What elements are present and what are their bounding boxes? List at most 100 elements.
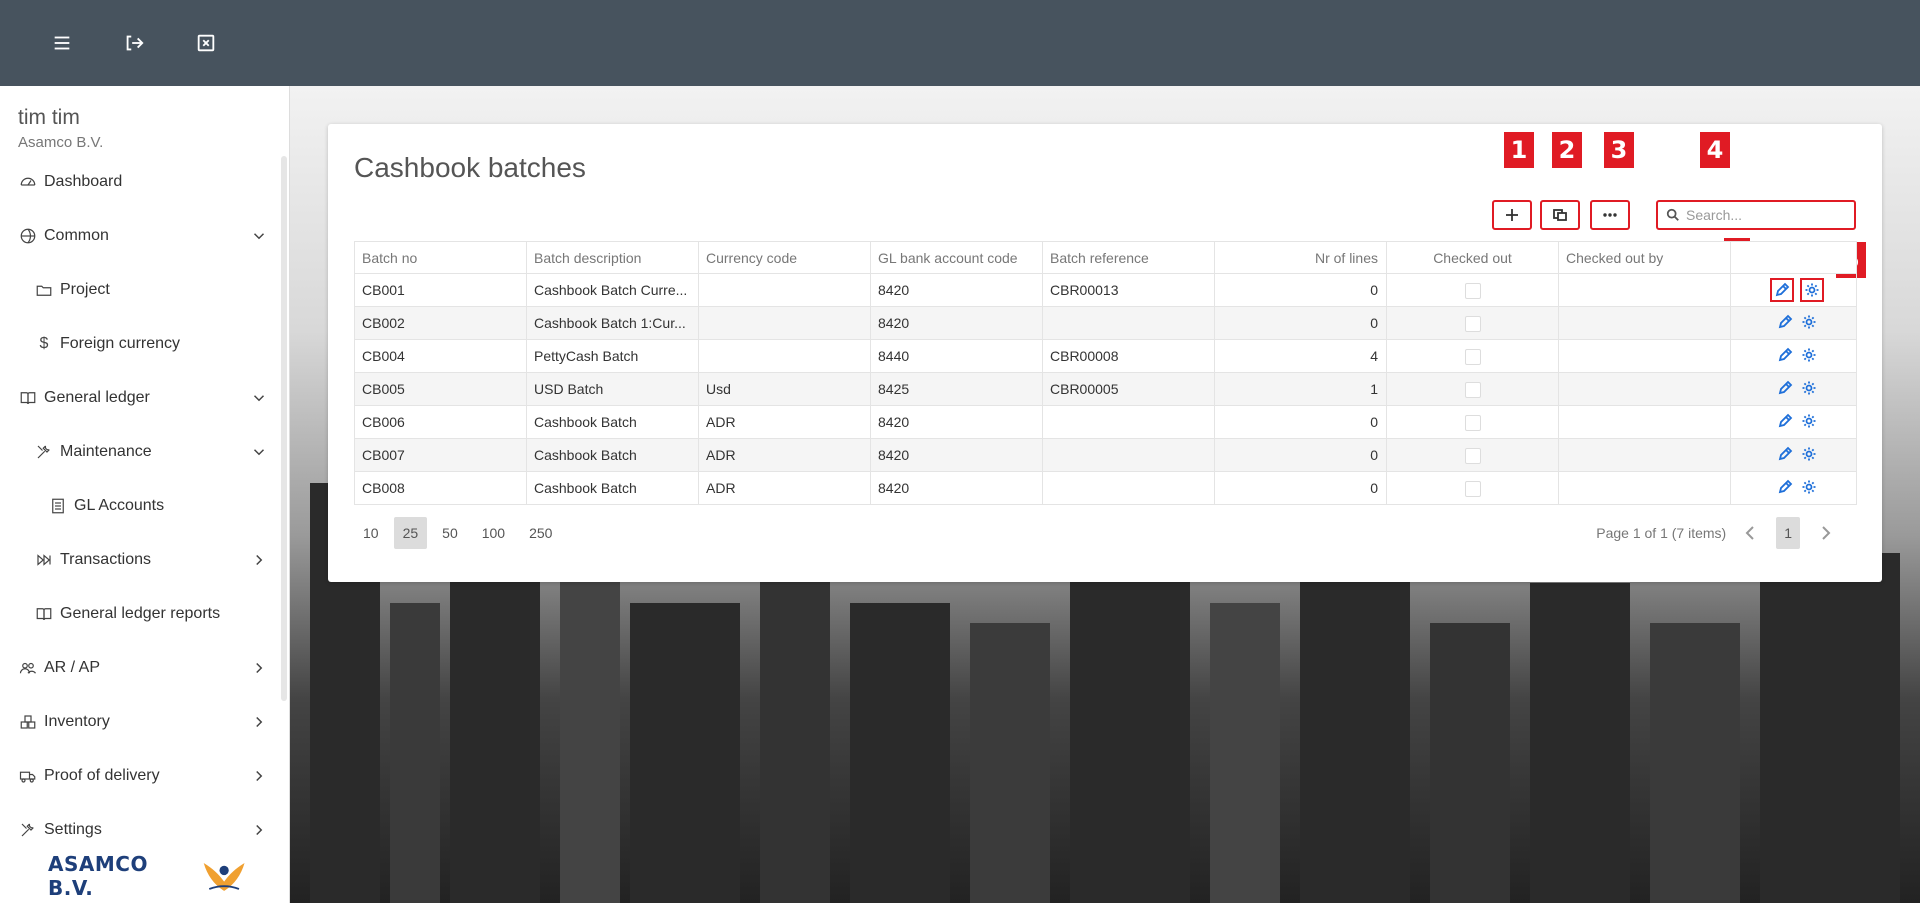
checked-out-checkbox[interactable]: [1464, 282, 1481, 299]
cell-lines: 4: [1214, 339, 1387, 373]
table-row[interactable]: CB007 Cashbook Batch ADR 8420 0: [354, 438, 1857, 472]
next-page-button[interactable]: [1814, 517, 1836, 549]
checked-out-checkbox[interactable]: [1464, 414, 1481, 431]
add-button[interactable]: [1492, 200, 1532, 230]
column-header-batch-description[interactable]: Batch description: [526, 241, 699, 274]
checked-out-checkbox[interactable]: [1464, 447, 1481, 464]
table-row[interactable]: CB006 Cashbook Batch ADR 8420 0: [354, 405, 1857, 439]
nav-label: General ledger reports: [60, 605, 221, 622]
settings-gear-icon[interactable]: [1800, 313, 1818, 331]
page-info-text: Page 1 of 1 (7 items): [1596, 525, 1727, 541]
nav-item-proof-of-delivery[interactable]: Proof of delivery: [18, 758, 268, 794]
table-row[interactable]: CB002 Cashbook Batch 1:Cur... 8420 0: [354, 306, 1857, 340]
chevron-down-icon: [250, 227, 268, 245]
nav-label: Transactions: [60, 551, 151, 568]
cell-lines: 0: [1214, 438, 1387, 472]
edit-icon[interactable]: [1770, 278, 1794, 302]
settings-gear-icon[interactable]: [1800, 346, 1818, 364]
cell-gl-account: 8420: [870, 438, 1043, 472]
nav-label: Maintenance: [60, 443, 152, 460]
edit-icon[interactable]: [1776, 445, 1794, 463]
nav-item-transactions[interactable]: Transactions: [34, 542, 268, 578]
sign-out-icon[interactable]: [98, 0, 170, 86]
column-header-checked-out[interactable]: Checked out: [1386, 241, 1559, 274]
page-size-250[interactable]: 250: [520, 517, 561, 549]
settings-gear-icon[interactable]: [1800, 478, 1818, 496]
checked-out-checkbox[interactable]: [1464, 348, 1481, 365]
table-row[interactable]: CB001 Cashbook Batch Curre... 8420 CBR00013…: [354, 273, 1857, 307]
nav-item-settings[interactable]: Settings: [18, 812, 268, 848]
table-row[interactable]: CB008 Cashbook Batch ADR 8420 0: [354, 471, 1857, 505]
cell-batch-no: CB004: [354, 339, 527, 373]
more-options-button[interactable]: [1590, 200, 1630, 230]
cell-lines: 0: [1214, 273, 1387, 307]
nav-item-common[interactable]: Common: [18, 218, 268, 254]
cell-checked-out-by: [1558, 438, 1731, 472]
cell-description: USD Batch: [526, 372, 699, 406]
cell-gl-account: 8425: [870, 372, 1043, 406]
edit-icon[interactable]: [1776, 478, 1794, 496]
nav-item-gl-accounts[interactable]: GL Accounts: [48, 488, 268, 524]
checked-out-checkbox[interactable]: [1464, 381, 1481, 398]
copy-button[interactable]: [1540, 200, 1580, 230]
close-window-icon[interactable]: [170, 0, 242, 86]
cashbook-batches-panel: Cashbook batches 1 2 3 4 5 6 Batch no Ba…: [328, 124, 1882, 582]
checked-out-checkbox[interactable]: [1464, 480, 1481, 497]
edit-icon[interactable]: [1776, 346, 1794, 364]
current-page-button[interactable]: 1: [1776, 517, 1800, 549]
nav-item-foreign-currency[interactable]: $ Foreign currency: [34, 326, 268, 362]
cell-reference: [1042, 405, 1215, 439]
tools-icon: [18, 820, 38, 840]
edit-icon[interactable]: [1776, 379, 1794, 397]
boxes-icon: [18, 712, 38, 732]
column-header-gl-bank-account-code[interactable]: GL bank account code: [870, 241, 1043, 274]
nav-item-general-ledger-reports[interactable]: General ledger reports: [34, 596, 268, 632]
user-name: tim tim: [18, 106, 80, 129]
page-size-10[interactable]: 10: [354, 517, 388, 549]
callout-4: 4: [1700, 132, 1730, 168]
column-header-batch-no[interactable]: Batch no: [354, 241, 527, 274]
nav-item-inventory[interactable]: Inventory: [18, 704, 268, 740]
chevron-down-icon: [250, 389, 268, 407]
nav-item-ar-ap[interactable]: AR / AP: [18, 650, 268, 686]
dollar-icon: $: [39, 335, 49, 352]
settings-gear-icon[interactable]: [1800, 278, 1824, 302]
column-header-checked-out-by[interactable]: Checked out by: [1558, 241, 1731, 274]
edit-icon[interactable]: [1776, 313, 1794, 331]
globe-icon: [18, 226, 38, 246]
chevron-right-icon: [250, 713, 268, 731]
page-size-100[interactable]: 100: [473, 517, 514, 549]
cell-checked-out: [1386, 471, 1559, 505]
edit-icon[interactable]: [1776, 412, 1794, 430]
menu-icon[interactable]: [26, 0, 98, 86]
settings-gear-icon[interactable]: [1800, 412, 1818, 430]
page-size-50[interactable]: 50: [433, 517, 467, 549]
sidebar-scrollbar[interactable]: [281, 156, 287, 701]
table-row[interactable]: CB005 USD Batch Usd 8425 CBR00005 1: [354, 372, 1857, 406]
page-size-25[interactable]: 25: [393, 517, 428, 549]
cell-gl-account: 8420: [870, 306, 1043, 340]
nav-item-project[interactable]: Project: [34, 272, 268, 308]
table-row[interactable]: CB004 PettyCash Batch 8440 CBR00008 4: [354, 339, 1857, 373]
top-bar: [0, 0, 1920, 86]
checked-out-checkbox[interactable]: [1464, 315, 1481, 332]
nav-item-dashboard[interactable]: Dashboard: [18, 164, 268, 200]
settings-gear-icon[interactable]: [1800, 445, 1818, 463]
search-box[interactable]: [1656, 200, 1856, 230]
column-header-currency-code[interactable]: Currency code: [698, 241, 871, 274]
column-header-nr-of-lines[interactable]: Nr of lines: [1214, 241, 1387, 274]
nav-item-general-ledger[interactable]: General ledger: [18, 380, 268, 416]
cell-checked-out-by: [1558, 339, 1731, 373]
chevron-right-icon: [1822, 526, 1831, 540]
search-input[interactable]: [1686, 207, 1836, 223]
cell-lines: 0: [1214, 306, 1387, 340]
column-header-batch-reference[interactable]: Batch reference: [1042, 241, 1215, 274]
cell-lines: 0: [1214, 405, 1387, 439]
nav-item-maintenance[interactable]: Maintenance: [34, 434, 268, 470]
prev-page-button[interactable]: [1740, 517, 1762, 549]
cell-currency: [698, 273, 871, 307]
chevron-right-icon: [250, 551, 268, 569]
phoenix-icon: [203, 863, 245, 891]
settings-gear-icon[interactable]: [1800, 379, 1818, 397]
cell-actions: [1730, 273, 1857, 307]
